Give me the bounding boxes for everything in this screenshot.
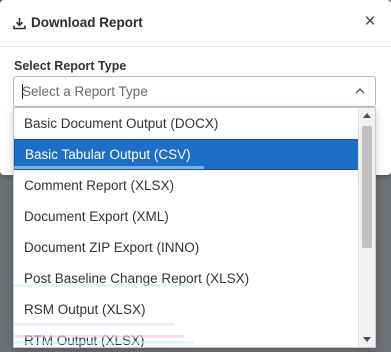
render-artifact-stripe — [14, 323, 174, 326]
report-type-dropdown: Basic Document Output (DOCX) Basic Tabula… — [13, 107, 376, 348]
dropdown-option[interactable]: Post Baseline Change Report (XLSX) — [14, 263, 359, 294]
render-artifact-stripe — [14, 284, 189, 287]
modal-header: Download Report × — [0, 0, 391, 47]
dropdown-option[interactable]: RSM Output (XLSX) — [14, 294, 359, 325]
scroll-up-arrow-icon[interactable] — [363, 113, 371, 118]
report-type-options: Basic Document Output (DOCX) Basic Tabula… — [14, 108, 359, 347]
dropdown-scrollbar[interactable] — [358, 108, 375, 347]
download-icon — [13, 18, 26, 30]
report-type-search-input[interactable] — [14, 77, 344, 106]
render-artifact-stripe — [14, 335, 184, 338]
scroll-down-arrow-icon[interactable] — [363, 337, 371, 342]
render-artifact-stripe — [14, 166, 204, 169]
render-artifact-stripe — [14, 341, 194, 344]
report-type-select[interactable] — [13, 76, 376, 107]
scrollbar-thumb[interactable] — [362, 126, 372, 248]
dropdown-option[interactable]: Document ZIP Export (INNO) — [14, 232, 359, 263]
text-caret — [22, 84, 23, 99]
modal-title: Download Report — [31, 15, 143, 30]
close-button[interactable]: × — [361, 12, 379, 31]
dropdown-option[interactable]: Comment Report (XLSX) — [14, 170, 359, 201]
chevron-up-icon[interactable] — [355, 87, 365, 95]
dropdown-option[interactable]: Document Export (XML) — [14, 201, 359, 232]
report-type-label: Select Report Type — [14, 59, 127, 73]
dropdown-option[interactable]: Basic Document Output (DOCX) — [14, 108, 359, 139]
